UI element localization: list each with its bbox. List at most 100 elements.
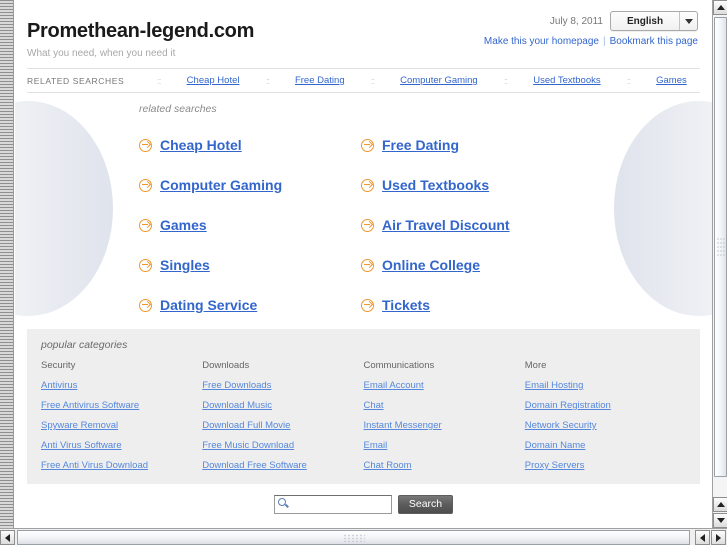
separator-icon: :: [265, 75, 270, 86]
related-search-link-3[interactable]: Used Textbooks [533, 75, 600, 86]
list-item[interactable]: Computer Gaming [139, 165, 361, 205]
category-link[interactable]: Free Downloads [202, 380, 363, 391]
scroll-up-button-bottom[interactable] [713, 497, 727, 512]
related-search-link-4[interactable]: Games [656, 75, 687, 86]
vertical-scrollbar[interactable] [712, 0, 727, 528]
list-item[interactable]: Games [139, 205, 361, 245]
triangle-up-icon [716, 5, 725, 10]
hero-column-left: Cheap Hotel Computer Gaming Games Single… [139, 125, 361, 323]
related-search-link-0[interactable]: Cheap Hotel [187, 75, 240, 86]
popular-categories-panel: popular categories Security Antivirus Fr… [27, 329, 700, 484]
hero-link-singles[interactable]: Singles [160, 257, 210, 273]
list-item[interactable]: Tickets [361, 285, 583, 323]
related-searches-caption: related searches [139, 103, 217, 115]
scroll-left-button-right[interactable] [695, 530, 710, 545]
arrow-circle-right-icon [361, 138, 374, 152]
category-column-more: More Email Hosting Domain Registration N… [525, 360, 686, 480]
related-searches-label: RELATED SEARCHES [27, 75, 125, 86]
link-divider: | [603, 36, 606, 47]
arrow-circle-right-icon [139, 258, 152, 272]
triangle-up-icon [716, 502, 725, 507]
list-item[interactable]: Singles [139, 245, 361, 285]
category-heading: Downloads [202, 360, 250, 371]
horizontal-scrollbar[interactable] [0, 528, 727, 545]
grip-dots-icon [716, 237, 725, 257]
page-content: Promethean-legend.com What you need, whe… [15, 0, 712, 528]
category-link[interactable]: Proxy Servers [525, 460, 686, 471]
search-input[interactable] [273, 495, 392, 514]
category-link[interactable]: Chat [364, 400, 525, 411]
list-item[interactable]: Online College [361, 245, 583, 285]
bookmark-page-link[interactable]: Bookmark this page [610, 36, 698, 47]
search-button[interactable]: Search [397, 494, 454, 514]
language-select[interactable]: English [610, 11, 698, 31]
list-item[interactable]: Air Travel Discount [361, 205, 583, 245]
site-search-bar: Search [15, 494, 712, 514]
hero-link-games[interactable]: Games [160, 217, 207, 233]
separator-icon: :: [503, 75, 508, 86]
category-link[interactable]: Email [364, 440, 525, 451]
hero-link-tickets[interactable]: Tickets [382, 297, 430, 313]
popular-categories-caption: popular categories [41, 339, 128, 351]
site-header: Promethean-legend.com What you need, whe… [15, 0, 712, 68]
list-item[interactable]: Cheap Hotel [139, 125, 361, 165]
scroll-up-button[interactable] [713, 0, 727, 15]
category-link[interactable]: Download Music [202, 400, 363, 411]
arrow-circle-right-icon [139, 218, 152, 232]
arrow-circle-right-icon [139, 298, 152, 312]
triangle-left-icon [700, 533, 705, 542]
category-heading: Security [41, 360, 76, 371]
language-select-value: English [626, 15, 664, 27]
category-link[interactable]: Network Security [525, 420, 686, 431]
category-link[interactable]: Free Music Download [202, 440, 363, 451]
category-link[interactable]: Download Full Movie [202, 420, 363, 431]
category-link[interactable]: Instant Messenger [364, 420, 525, 431]
site-tagline: What you need, when you need it [27, 48, 176, 59]
triangle-right-icon [716, 533, 721, 542]
list-item[interactable]: Used Textbooks [361, 165, 583, 205]
category-link[interactable]: Chat Room [364, 460, 525, 471]
category-link[interactable]: Free Anti Virus Download [41, 460, 202, 471]
category-column-security: Security Antivirus Free Antivirus Softwa… [41, 360, 202, 480]
make-homepage-link[interactable]: Make this your homepage [484, 36, 599, 47]
category-link[interactable]: Antivirus [41, 380, 202, 391]
left-edge-gutter [0, 0, 14, 528]
date-and-language-row: July 8, 2011 English [484, 11, 698, 31]
triangle-left-icon [5, 533, 10, 542]
hero-link-free-dating[interactable]: Free Dating [382, 137, 459, 153]
scroll-down-button[interactable] [713, 513, 727, 528]
horizontal-scrollbar-thumb[interactable] [17, 530, 690, 545]
hero-link-cheap-hotel[interactable]: Cheap Hotel [160, 137, 242, 153]
category-link[interactable]: Domain Name [525, 440, 686, 451]
vertical-scrollbar-thumb[interactable] [714, 17, 727, 477]
hero-link-dating-service[interactable]: Dating Service [160, 297, 257, 313]
related-searches-bar: RELATED SEARCHES :: Cheap Hotel :: Free … [27, 68, 700, 93]
browser-viewport: Promethean-legend.com What you need, whe… [0, 0, 727, 545]
separator-icon: :: [370, 75, 375, 86]
triangle-down-icon [716, 518, 725, 523]
grip-dots-icon [342, 533, 365, 542]
category-link[interactable]: Free Antivirus Software [41, 400, 202, 411]
related-search-link-1[interactable]: Free Dating [295, 75, 345, 86]
category-link[interactable]: Anti Virus Software [41, 440, 202, 451]
list-item[interactable]: Dating Service [139, 285, 361, 323]
scroll-right-button[interactable] [711, 530, 726, 545]
separator-icon: :: [626, 75, 631, 86]
category-link[interactable]: Spyware Removal [41, 420, 202, 431]
category-link[interactable]: Download Free Software [202, 460, 363, 471]
arrow-circle-right-icon [139, 138, 152, 152]
related-search-link-2[interactable]: Computer Gaming [400, 75, 478, 86]
arrow-circle-right-icon [361, 178, 374, 192]
arrow-circle-right-icon [139, 178, 152, 192]
category-link[interactable]: Email Hosting [525, 380, 686, 391]
category-link[interactable]: Domain Registration [525, 400, 686, 411]
list-item[interactable]: Free Dating [361, 125, 583, 165]
hero-link-air-travel-discount[interactable]: Air Travel Discount [382, 217, 510, 233]
hero-link-computer-gaming[interactable]: Computer Gaming [160, 177, 282, 193]
hero-link-online-college[interactable]: Online College [382, 257, 480, 273]
category-link[interactable]: Email Account [364, 380, 525, 391]
scroll-left-button[interactable] [0, 530, 15, 545]
hero-link-used-textbooks[interactable]: Used Textbooks [382, 177, 489, 193]
category-heading: More [524, 360, 547, 371]
arrow-circle-right-icon [361, 298, 374, 312]
